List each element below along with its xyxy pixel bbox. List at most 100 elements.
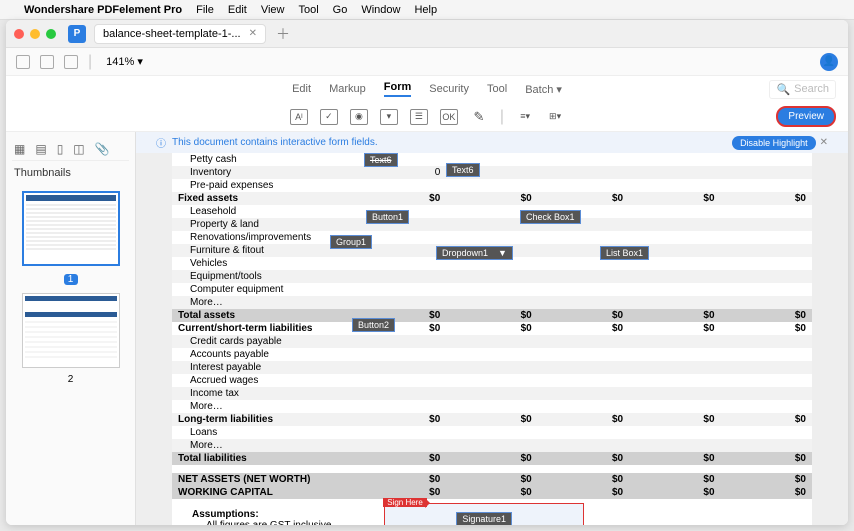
row-value [446, 335, 537, 348]
row-value [721, 166, 812, 179]
row-value [355, 348, 446, 361]
thumbnail-page-1[interactable] [22, 191, 120, 266]
row-value [355, 283, 446, 296]
content-area: ▦ ▤ ▯ ◫ 📎 Thumbnails 1 2 [6, 132, 848, 525]
app-logo-icon[interactable]: P [68, 25, 86, 43]
view-toolbar: | 141% ▾ 👤 [6, 48, 848, 76]
tab-batch-mode[interactable]: Batch ▾ [525, 83, 562, 96]
row-value [538, 348, 629, 361]
signature-tool-icon[interactable]: ✎ [470, 109, 488, 125]
two-page-icon[interactable] [64, 55, 78, 69]
row-label: More… [172, 296, 355, 309]
form-field-text6[interactable]: Text6 [446, 163, 480, 177]
row-label: Total assets [172, 309, 355, 322]
menu-window[interactable]: Window [361, 4, 400, 16]
row-value [446, 387, 537, 400]
form-field-dropdown1[interactable]: Dropdown1 ▼ [436, 246, 513, 260]
attachments-panel-icon[interactable]: 📎 [95, 142, 110, 156]
zoom-select[interactable]: 141% ▾ [102, 54, 147, 69]
layers-panel-icon[interactable]: ◫ [73, 142, 84, 156]
row-value [629, 283, 720, 296]
table-row: Accounts payable [172, 348, 812, 361]
row-value [721, 400, 812, 413]
row-value: $0 [446, 309, 537, 322]
window-minimize-button[interactable] [30, 29, 40, 39]
form-field-text6-strike[interactable]: Text6 [364, 153, 398, 167]
row-value: $0 [629, 486, 720, 499]
page-layout-icon[interactable] [40, 55, 54, 69]
row-value [721, 296, 812, 309]
row-value [355, 270, 446, 283]
text-field-tool-icon[interactable]: Aᴵ [290, 109, 308, 125]
new-tab-button[interactable]: ＋ [276, 24, 290, 44]
tab-close-icon[interactable]: ✕ [249, 28, 257, 39]
button-tool-icon[interactable]: OK [440, 109, 458, 125]
form-fields-banner: ⓘ This document contains interactive for… [136, 132, 848, 153]
menu-tool[interactable]: Tool [298, 4, 318, 16]
table-row: Fixed assets$0$0$0$0$0 [172, 192, 812, 205]
tab-markup-mode[interactable]: Markup [329, 83, 366, 95]
titlebar: P balance-sheet-template-1-... ✕ ＋ [6, 20, 848, 48]
menu-help[interactable]: Help [414, 4, 437, 16]
preview-button[interactable]: Preview [776, 106, 836, 127]
dropdown-tool-icon[interactable]: ▾ [380, 109, 398, 125]
row-value [538, 231, 629, 244]
row-value [721, 374, 812, 387]
row-value: $0 [721, 322, 812, 335]
signature-field[interactable]: Sign Here Signature1 [384, 503, 584, 525]
row-value [629, 361, 720, 374]
table-row: Leasehold [172, 205, 812, 218]
row-value [721, 218, 812, 231]
tab-form-mode[interactable]: Form [384, 81, 412, 97]
row-value [355, 179, 446, 192]
row-value [446, 179, 537, 192]
menu-go[interactable]: Go [333, 4, 348, 16]
thumbnails-panel-icon[interactable]: ▦ [14, 142, 25, 156]
disable-highlight-button[interactable]: Disable Highlight [732, 136, 816, 150]
tab-security-mode[interactable]: Security [429, 83, 469, 95]
window-close-button[interactable] [14, 29, 24, 39]
row-label: Current/short-term liabilities [172, 322, 355, 335]
more-form-icon[interactable]: ⊞▾ [546, 109, 564, 125]
align-tool-icon[interactable]: ≡▾ [516, 109, 534, 125]
form-field-group1[interactable]: Group1 [330, 235, 372, 249]
document-view[interactable]: ⓘ This document contains interactive for… [136, 132, 848, 525]
row-value: $0 [538, 413, 629, 426]
balance-sheet-table: Petty cashInventory0Pre-paid expensesFix… [172, 153, 812, 499]
bookmarks-panel-icon[interactable]: ▤ [35, 142, 46, 156]
row-value [629, 439, 720, 452]
menu-view[interactable]: View [261, 4, 285, 16]
app-name-menu[interactable]: Wondershare PDFelement Pro [24, 4, 182, 16]
row-value [355, 335, 446, 348]
row-value [446, 283, 537, 296]
document-tab[interactable]: balance-sheet-template-1-... ✕ [94, 24, 266, 44]
tab-tool-mode[interactable]: Tool [487, 83, 507, 95]
table-row: Petty cash [172, 153, 812, 166]
thumbnail-page-2[interactable] [22, 293, 120, 368]
banner-close-icon[interactable]: ✕ [820, 137, 828, 148]
row-value [629, 400, 720, 413]
form-field-button2[interactable]: Button2 [352, 318, 395, 332]
user-avatar-icon[interactable]: 👤 [820, 53, 838, 71]
window-zoom-button[interactable] [46, 29, 56, 39]
row-value: $0 [355, 192, 446, 205]
form-toolbar: Aᴵ ✓ ◉ ▾ ☰ OK ✎ | ≡▾ ⊞▾ Preview [6, 102, 848, 132]
tab-edit-mode[interactable]: Edit [292, 83, 311, 95]
sidebar-toggle-icon[interactable] [16, 55, 30, 69]
radio-tool-icon[interactable]: ◉ [350, 109, 368, 125]
listbox-tool-icon[interactable]: ☰ [410, 109, 428, 125]
form-field-button1[interactable]: Button1 [366, 210, 409, 224]
table-row: Credit cards payable [172, 335, 812, 348]
search-input[interactable]: 🔍 Search [769, 80, 836, 99]
mobile-panel-icon[interactable]: ▯ [57, 142, 64, 156]
form-field-checkbox1[interactable]: Check Box1 [520, 210, 581, 224]
table-row: More… [172, 400, 812, 413]
checkbox-tool-icon[interactable]: ✓ [320, 109, 338, 125]
table-row: Total liabilities$0$0$0$0$0 [172, 452, 812, 465]
table-row: Accrued wages [172, 374, 812, 387]
menu-edit[interactable]: Edit [228, 4, 247, 16]
form-field-listbox1[interactable]: List Box1 [600, 246, 649, 260]
menu-file[interactable]: File [196, 4, 214, 16]
row-value [629, 166, 720, 179]
row-value [721, 361, 812, 374]
